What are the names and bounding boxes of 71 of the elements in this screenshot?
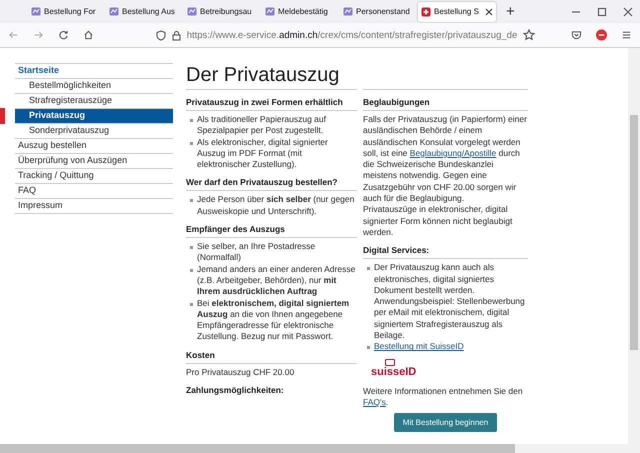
section-heading: Zahlungsmöglichkeiten: — [186, 385, 285, 398]
vertical-scrollbar[interactable] — [628, 48, 640, 453]
pocket-icon[interactable] — [571, 29, 582, 41]
menu-icon[interactable] — [621, 29, 632, 41]
page-icon — [109, 7, 119, 16]
nav-link[interactable]: Tracking / Quittung — [15, 169, 173, 184]
start-order-button[interactable]: Mit Bestellung beginnen — [394, 413, 498, 432]
section-heading: Digital Services: — [363, 245, 528, 260]
bullet-icon — [367, 346, 370, 350]
logo-text: suisseID — [371, 366, 416, 378]
page-icon — [265, 7, 275, 16]
section-text: Privatauszüge in elektronischer, digital signierter Form können nicht beglaubigt werden. — [363, 204, 514, 238]
nav-link[interactable]: Überprüfung von Auszügen — [15, 154, 173, 169]
page-title: Der Privatauszug — [186, 63, 357, 90]
list-item-text: Bei elektronischem, digital signiertem Auszug an die von Ihnen angegebene Empfängeradresse für elektronische Zustellung. Bezug nur mit Passwort. — [197, 298, 350, 343]
bullet-icon — [190, 142, 193, 145]
page-icon — [187, 7, 197, 16]
section-heading: Privatauszug in zwei Formen erhältlich — [186, 97, 357, 111]
browser-tab[interactable]: Bestellung For — [28, 2, 106, 22]
browser-tab[interactable]: Meldebestätig — [262, 2, 340, 22]
section-heading: Empfänger des Auszugs — [186, 224, 357, 238]
id-card-icon — [385, 358, 395, 366]
bullet-icon — [190, 119, 193, 122]
nav-link[interactable]: Bestellmöglichkeiten — [15, 79, 173, 94]
close-icon[interactable] — [622, 6, 634, 18]
tab-title: Bestellung Aus — [122, 7, 176, 16]
lock-icon — [172, 30, 181, 40]
browser-tab[interactable]: Bestellung Aus — [106, 2, 184, 22]
list-item-text: Sie selber, an Ihre Postadresse (Normalfall) — [197, 241, 316, 264]
browser-tab[interactable]: Betreibungsau — [184, 2, 262, 22]
section-heading: Wer darf den Privatauszug bestellen? — [186, 177, 357, 192]
list-item-text: Der Privatauszug kann auch als elektronisches, digital signiertes Dokument bestellt werden. Anwendungsbeispiel: Stellenbewerbung per eMail mit elektronischem, digital signiertem Strafregisterauszug als Beilage. — [374, 262, 526, 342]
section-text: Weitere Informationen entnehmen Sie den FAQ's. — [363, 386, 524, 408]
close-icon[interactable] — [485, 8, 493, 16]
certification-link[interactable]: Beglaubigung/Apostille — [410, 148, 496, 158]
list-item-text: Als elektronischer, digital signierter Auszug im PDF Format (mit elektronischer Zustellung). — [197, 136, 329, 170]
order-link[interactable]: Bestellung mit SuisseID — [374, 341, 464, 353]
faq-link[interactable]: FAQ's — [363, 396, 386, 407]
new-tab-button[interactable]: + — [506, 3, 515, 20]
section-heading: Beglaubigungen — [363, 97, 528, 111]
tab-title: Betreibungsau — [200, 7, 253, 16]
page-icon — [31, 7, 41, 16]
nav-link[interactable]: FAQ — [15, 184, 173, 199]
bullet-icon — [190, 302, 193, 306]
nav-link[interactable]: Impressum — [15, 199, 173, 214]
list-item-text: Jede Person über sich selber (nur gegen Ausweiskopie und Unterschrift). — [197, 194, 356, 218]
tab-title: Bestellung For — [44, 7, 97, 16]
page-icon — [343, 7, 353, 16]
home-icon[interactable] — [82, 29, 94, 41]
section-text: Pro Privatauszug CHF 20.00 — [186, 366, 296, 378]
bullet-icon — [367, 267, 370, 270]
list-item-text: Als traditioneller Papierauszug auf Spezialpapier per Post zugestellt. — [197, 114, 327, 137]
tab-title: Meldebestätig — [278, 7, 329, 16]
section-text: Falls der Privatauszug (in Papierform) einer ausländischen Behörde / einem ausländischen Konsulat vorgelegt werden soll, ist eine Beglaubigung/Apostille durch die Schweizerische Bundeskanzlei meistens notwendig. Gegen eine Zusatzgebühr von CHF 20.00 sorgen wir auch für die Beglaubigung. — [363, 114, 528, 204]
url-text: https://www.e-service.admin.ch/crex/cms/content/strafregister/privatauszug_de — [186, 30, 518, 40]
bullet-icon — [190, 199, 193, 202]
browser-tab[interactable]: Personenstand — [340, 2, 418, 22]
bullet-icon — [190, 246, 193, 250]
browser-tab[interactable]: Bestellung S — [418, 2, 496, 22]
star-icon[interactable] — [523, 29, 536, 41]
nav-link[interactable]: Startseite — [15, 64, 173, 79]
maximize-icon[interactable] — [596, 6, 608, 18]
nav-link[interactable]: Sonderprivatauszug — [15, 124, 173, 139]
tab-title: Bestellung S — [434, 7, 480, 16]
reload-icon[interactable] — [58, 29, 69, 41]
section-heading: Kosten — [186, 350, 357, 364]
bullet-icon — [190, 268, 193, 272]
nav-link[interactable]: Auszug bestellen — [15, 139, 173, 154]
active-marker — [0, 108, 5, 124]
horizontal-scrollbar[interactable] — [0, 444, 628, 453]
tab-title: Personenstand — [356, 7, 411, 16]
